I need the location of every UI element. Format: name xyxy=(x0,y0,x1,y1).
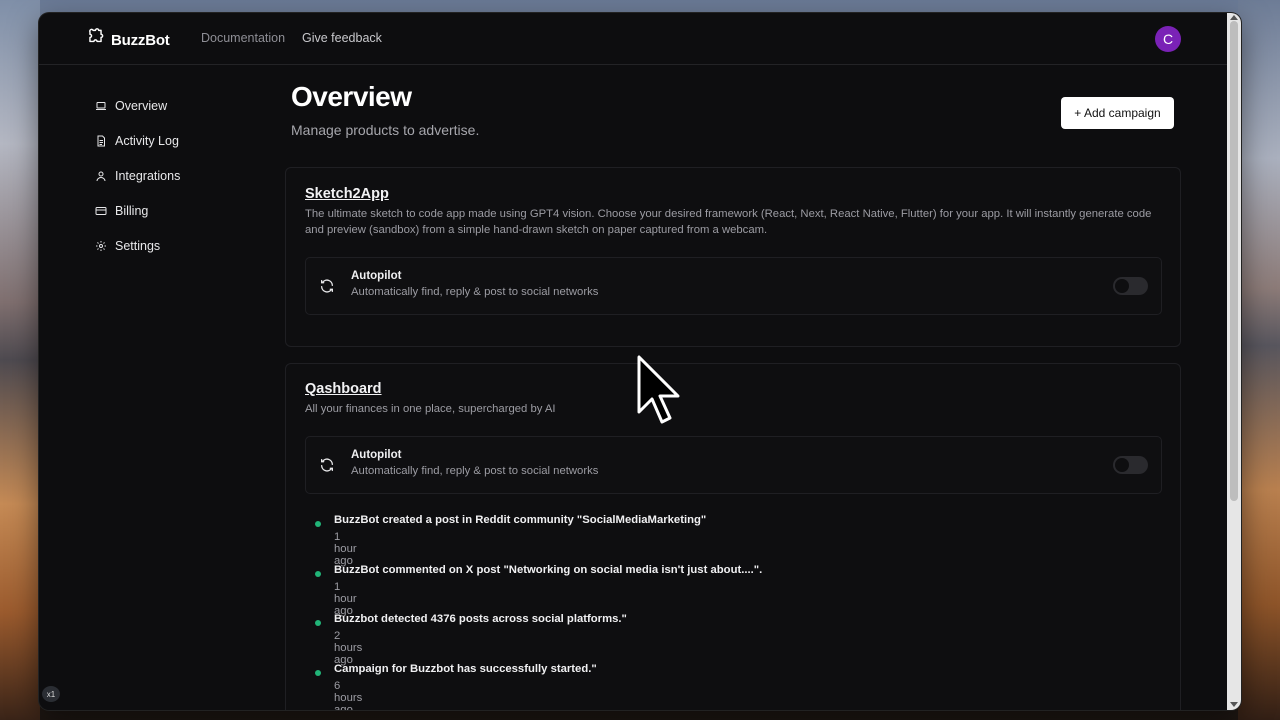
vertical-scrollbar[interactable] xyxy=(1227,13,1241,710)
sidebar-item-integrations[interactable]: Integrations xyxy=(95,158,180,193)
status-dot xyxy=(315,669,321,676)
activity-text: Buzzbot detected 4376 posts across socia… xyxy=(334,613,627,625)
autopilot-description: Automatically find, reply & post to soci… xyxy=(351,286,599,298)
add-campaign-button[interactable]: + Add campaign xyxy=(1061,97,1174,129)
activity-text: BuzzBot created a post in Reddit communi… xyxy=(334,514,707,526)
activity-time: 1 hour ago xyxy=(334,580,357,617)
user-avatar[interactable]: C xyxy=(1155,26,1181,52)
top-navbar: BuzzBot Documentation Give feedback C xyxy=(39,13,1227,65)
puzzle-logo-icon xyxy=(86,28,105,52)
campaign-card-sketch2app: Sketch2App The ultimate sketch to code a… xyxy=(285,167,1181,347)
scroll-up-icon[interactable] xyxy=(1230,15,1238,20)
activity-time: 6 hours ago xyxy=(334,679,363,711)
autopilot-title: Autopilot xyxy=(351,270,402,282)
activity-time: 2 hours ago xyxy=(334,630,363,666)
status-dot xyxy=(315,620,321,626)
autopilot-title: Autopilot xyxy=(351,449,402,461)
status-dot xyxy=(315,521,321,527)
campaign-description: The ultimate sketch to code app made usi… xyxy=(305,208,1152,236)
sidebar-item-label: Activity Log xyxy=(115,133,179,148)
gear-icon xyxy=(95,240,107,252)
nav-feedback-link[interactable]: Give feedback xyxy=(302,31,382,45)
credit-card-icon xyxy=(95,205,107,217)
brand-name: BuzzBot xyxy=(111,31,170,49)
autopilot-panel: Autopilot Automatically find, reply & po… xyxy=(305,436,1162,494)
toggle-knob xyxy=(1115,458,1129,472)
page-subtitle: Manage products to advertise. xyxy=(291,122,480,138)
sidebar-item-billing[interactable]: Billing xyxy=(95,193,180,228)
desktop-wallpaper-right xyxy=(1238,0,1280,720)
activity-time: 1 hour ago xyxy=(334,531,357,567)
autopilot-toggle[interactable] xyxy=(1113,456,1148,474)
refresh-icon xyxy=(319,457,335,478)
sidebar-item-label: Settings xyxy=(115,238,161,253)
brand-logo[interactable]: BuzzBot xyxy=(86,28,170,52)
sidebar-item-settings[interactable]: Settings xyxy=(95,228,180,263)
autopilot-panel: Autopilot Automatically find, reply & po… xyxy=(305,257,1162,315)
document-icon xyxy=(95,135,107,147)
campaign-card-qashboard: Qashboard All your finances in one place… xyxy=(285,363,1181,710)
status-dot xyxy=(315,570,321,577)
user-icon xyxy=(95,170,107,182)
page-title: Overview xyxy=(291,81,412,112)
sidebar-item-label: Integrations xyxy=(115,168,181,183)
nav-documentation-link[interactable]: Documentation xyxy=(201,31,285,45)
sidebar-item-activity-log[interactable]: Activity Log xyxy=(95,123,180,158)
autopilot-toggle[interactable] xyxy=(1113,277,1148,295)
scrollbar-thumb[interactable] xyxy=(1230,21,1238,501)
scroll-down-icon[interactable] xyxy=(1230,702,1238,707)
refresh-icon xyxy=(319,278,335,299)
activity-text: Campaign for Buzzbot has successfully st… xyxy=(334,662,597,675)
autopilot-description: Automatically find, reply & post to soci… xyxy=(351,465,599,477)
campaign-description: All your finances in one place, supercha… xyxy=(305,403,556,415)
sidebar: Overview Activity Log Integrations Billi… xyxy=(95,88,180,263)
campaign-title[interactable]: Qashboard xyxy=(305,381,382,397)
sidebar-item-overview[interactable]: Overview xyxy=(95,88,180,123)
laptop-icon xyxy=(95,100,107,112)
campaign-title[interactable]: Sketch2App xyxy=(305,186,389,202)
activity-text: BuzzBot commented on X post "Networking … xyxy=(334,563,763,576)
sidebar-item-label: Billing xyxy=(115,203,149,218)
zoom-badge: x1 xyxy=(42,686,60,702)
desktop-wallpaper-left xyxy=(0,0,40,720)
sidebar-item-label: Overview xyxy=(115,98,168,113)
mouse-pointer-icon xyxy=(636,354,686,439)
toggle-knob xyxy=(1115,279,1129,293)
